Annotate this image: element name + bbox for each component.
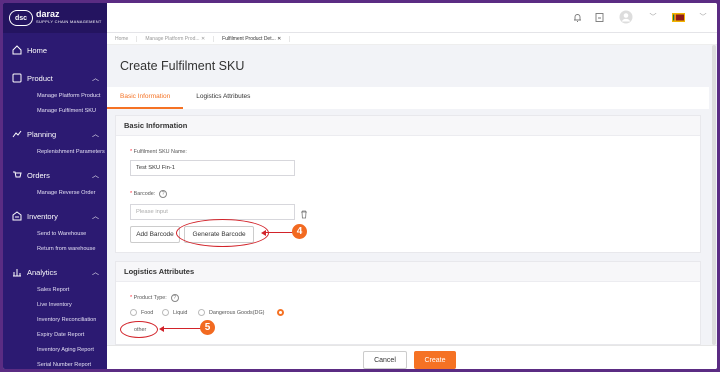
scrollbar[interactable] xyxy=(712,45,716,345)
sidebar-section-planning[interactable]: Planning ︿ xyxy=(3,123,107,145)
sidebar-item-sales-report[interactable]: Sales Report xyxy=(3,283,107,298)
sidebar-item-return-from-warehouse[interactable]: Return from warehouse xyxy=(3,242,107,257)
chevron-down-icon[interactable]: ﹀ xyxy=(647,11,659,23)
sidebar-item-send-to-warehouse[interactable]: Send to Warehouse xyxy=(3,227,107,242)
sidebar-item-manage-reverse-order[interactable]: Manage Reverse Order xyxy=(3,186,107,201)
section-heading: Basic Information xyxy=(116,116,700,136)
document-icon[interactable] xyxy=(593,11,605,23)
bell-icon[interactable] xyxy=(571,11,583,23)
help-icon[interactable]: ? xyxy=(170,294,179,302)
step-badge-5: 5 xyxy=(200,320,215,335)
add-barcode-button[interactable]: Add Barcode xyxy=(130,226,180,243)
tab-home[interactable]: Home xyxy=(107,35,138,42)
chevron-down-icon[interactable]: ﹀ xyxy=(697,11,709,23)
sidebar-item-inventory-aging-report[interactable]: Inventory Aging Report xyxy=(3,343,107,358)
radio-liquid[interactable]: Liquid xyxy=(162,309,187,316)
trash-icon[interactable] xyxy=(300,206,308,224)
page-title: Create Fulfilment SKU xyxy=(120,59,245,73)
sku-name-input[interactable]: Test SKU Fin-1 xyxy=(130,160,295,176)
sidebar-section-analytics[interactable]: Analytics ︿ xyxy=(3,261,107,283)
sidebar-item-replenishment-parameters[interactable]: Replenishment Parameters xyxy=(3,145,107,160)
cart-icon xyxy=(11,170,22,181)
chevron-up-icon: ︿ xyxy=(92,75,99,82)
sidebar-item-manage-fulfilment-sku[interactable]: Manage Fulfilment SKU xyxy=(3,104,107,119)
sidebar: dsc daraz SUPPLY CHAIN MANAGEMENT Home P… xyxy=(3,3,107,369)
tab-manage-platform-product[interactable]: Manage Platform Prod... ✕ xyxy=(137,35,215,42)
tab-bar: Home Manage Platform Prod... ✕ Fulfilmen… xyxy=(107,33,717,45)
section-heading: Logistics Attributes xyxy=(116,262,700,282)
sidebar-item-manage-platform-product[interactable]: Manage Platform Product xyxy=(3,89,107,104)
sidebar-item-label: Home xyxy=(27,45,48,55)
radio-dangerous-goods[interactable]: Dangerous Goods(DG) xyxy=(198,309,264,316)
radio-food[interactable]: Food xyxy=(130,309,153,316)
arrow-line xyxy=(265,232,293,234)
step-badge-4: 4 xyxy=(292,224,307,239)
brand-name: daraz xyxy=(36,9,60,19)
sidebar-item-inventory-reconciliation[interactable]: Inventory Reconciliation xyxy=(3,313,107,328)
sidebar-item-live-inventory[interactable]: Live Inventory xyxy=(3,298,107,313)
sidebar-section-label: Planning xyxy=(27,129,57,139)
footer-actions: Cancel Create xyxy=(107,345,717,369)
avatar[interactable] xyxy=(615,10,637,24)
logo-badge: dsc xyxy=(9,10,33,26)
brand-subtitle: SUPPLY CHAIN MANAGEMENT xyxy=(36,19,102,24)
radio-other[interactable] xyxy=(277,309,288,316)
chevron-up-icon: ︿ xyxy=(92,131,99,138)
app-window: dsc daraz SUPPLY CHAIN MANAGEMENT Home P… xyxy=(3,3,717,369)
tab-basic-information[interactable]: Basic Information xyxy=(107,87,184,109)
product-type-label: * Product Type:? xyxy=(130,294,179,302)
sidebar-section-label: Product xyxy=(27,73,53,83)
create-button[interactable]: Create xyxy=(414,351,456,369)
sidebar-item-expiry-date-report[interactable]: Expiry Date Report xyxy=(3,328,107,343)
home-icon xyxy=(11,45,22,56)
cancel-button[interactable]: Cancel xyxy=(363,351,407,369)
logo[interactable]: dsc daraz SUPPLY CHAIN MANAGEMENT xyxy=(3,3,107,33)
sidebar-section-label: Inventory xyxy=(27,211,58,221)
sidebar-item-serial-number-report[interactable]: Serial Number Report xyxy=(3,358,107,369)
help-icon[interactable]: ? xyxy=(159,190,168,198)
sidebar-section-orders[interactable]: Orders ︿ xyxy=(3,164,107,186)
arrow-line xyxy=(163,328,201,330)
close-icon[interactable]: ✕ xyxy=(277,36,281,42)
barcode-label: * Barcode:? xyxy=(130,190,168,198)
top-bar: ﹀ ﹀ xyxy=(107,3,717,33)
close-icon[interactable]: ✕ xyxy=(201,36,205,42)
chart-line-icon xyxy=(11,129,22,140)
sidebar-section-label: Analytics xyxy=(27,267,58,277)
tab-logistics-attributes[interactable]: Logistics Attributes xyxy=(183,87,263,109)
box-icon xyxy=(11,73,22,84)
warehouse-icon xyxy=(11,211,22,222)
highlight-ring xyxy=(120,321,158,338)
highlight-ring xyxy=(176,219,269,247)
chevron-up-icon: ︿ xyxy=(92,269,99,276)
subtab-bar: Basic Information Logistics Attributes xyxy=(107,87,709,109)
tab-fulfilment-product-detail[interactable]: Fulfilment Product Det... ✕ xyxy=(214,35,291,42)
bar-chart-icon xyxy=(11,267,22,278)
sku-name-label: * Fulfilment SKU Name: xyxy=(130,149,187,155)
chevron-up-icon: ︿ xyxy=(92,172,99,179)
chevron-up-icon: ︿ xyxy=(92,213,99,220)
sidebar-section-product[interactable]: Product ︿ xyxy=(3,67,107,89)
barcode-input[interactable]: Please input xyxy=(130,204,295,220)
sidebar-section-inventory[interactable]: Inventory ︿ xyxy=(3,205,107,227)
flag-icon[interactable] xyxy=(669,11,687,23)
sidebar-item-home[interactable]: Home xyxy=(3,39,107,61)
sidebar-section-label: Orders xyxy=(27,170,50,180)
